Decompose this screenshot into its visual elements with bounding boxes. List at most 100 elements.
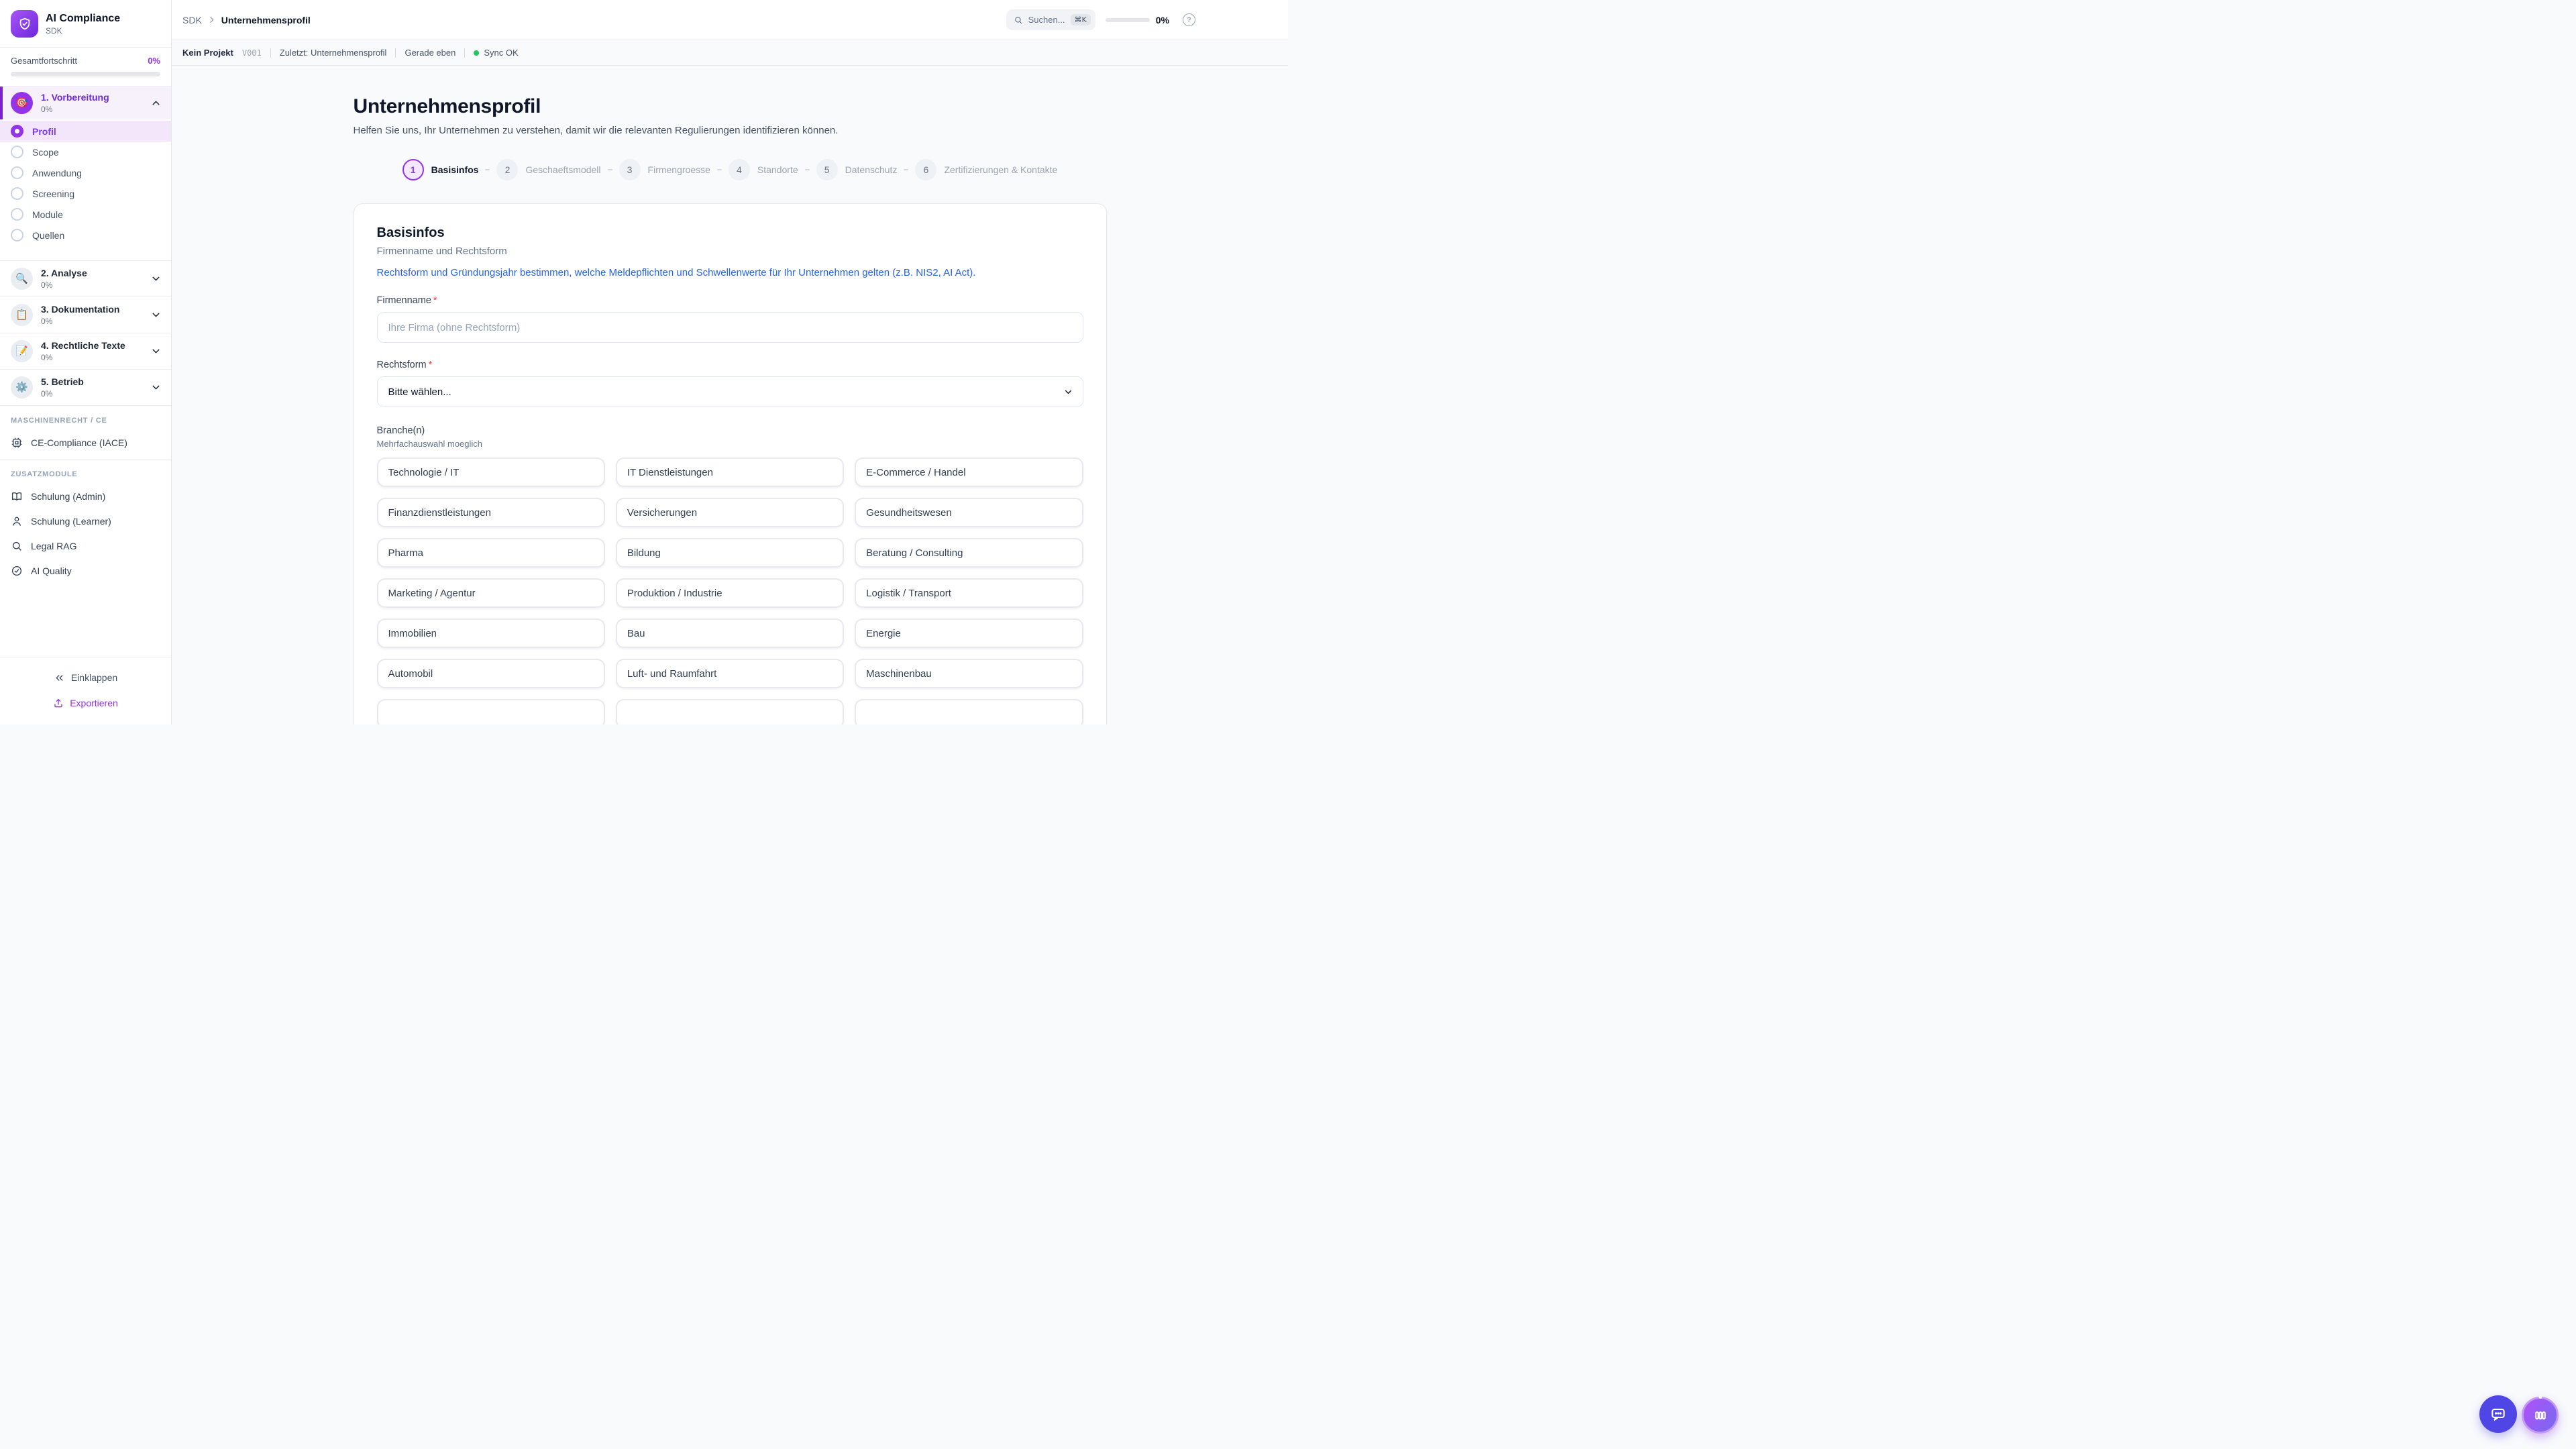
divider bbox=[395, 48, 396, 58]
section-header-maschinenrecht: MASCHINENRECHT / CE bbox=[0, 406, 171, 430]
firmenname-label: Firmenname* bbox=[377, 295, 1083, 306]
sidebar-phase-vorbereitung[interactable]: 🎯 1. Vorbereitung 0% bbox=[0, 87, 171, 119]
sidebar-item-anwendung[interactable]: Anwendung bbox=[0, 162, 171, 183]
export-button[interactable]: Exportieren bbox=[11, 692, 160, 714]
step-label: Firmengroesse bbox=[648, 164, 710, 175]
branche-option-bau[interactable]: Bau bbox=[616, 619, 844, 648]
branche-option-automobil[interactable]: Automobil bbox=[377, 659, 605, 688]
upload-icon bbox=[53, 698, 64, 708]
target-icon: 🎯 bbox=[11, 92, 33, 114]
sync-status: Sync OK bbox=[474, 48, 518, 58]
help-button[interactable]: ? bbox=[1183, 13, 1195, 26]
sidebar-item-scope[interactable]: Scope bbox=[0, 142, 171, 162]
rechtsform-select[interactable]: Bitte wählen... bbox=[377, 376, 1083, 407]
branchen-hint: Mehrfachauswahl moeglich bbox=[377, 439, 1083, 449]
sidebar-item-quellen[interactable]: Quellen bbox=[0, 225, 171, 246]
step-label: Basisinfos bbox=[431, 164, 479, 175]
chevron-down-icon bbox=[150, 345, 162, 357]
overall-progress-bar bbox=[11, 72, 160, 76]
phase-progress: 0% bbox=[41, 105, 142, 114]
topbar-right-cluster: Suchen... ⌘K 0% ? bbox=[1006, 9, 1195, 30]
step-number: 2 bbox=[496, 159, 518, 180]
sidebar-footer: Einklappen Exportieren bbox=[0, 657, 171, 724]
sidebar-item-module[interactable]: Module bbox=[0, 204, 171, 225]
page-title: Unternehmensprofil bbox=[354, 95, 1107, 118]
branche-option-partial[interactable] bbox=[616, 699, 844, 724]
sidebar-item-screening[interactable]: Screening bbox=[0, 183, 171, 204]
branche-option-beratung-consulting[interactable]: Beratung / Consulting bbox=[855, 538, 1083, 568]
collapse-sidebar-button[interactable]: Einklappen bbox=[11, 667, 160, 688]
step-firmengroesse[interactable]: 3 Firmengroesse bbox=[619, 159, 710, 180]
subnav-label: Anwendung bbox=[32, 168, 82, 178]
branche-option-maschinenbau[interactable]: Maschinenbau bbox=[855, 659, 1083, 688]
step-number: 4 bbox=[729, 159, 750, 180]
branchen-label: Branche(n) bbox=[377, 425, 1083, 436]
app-root: AI Compliance SDK Gesamtfortschritt 0% 🎯… bbox=[0, 0, 1288, 724]
breadcrumb-sdk[interactable]: SDK bbox=[182, 15, 202, 25]
step-datenschutz[interactable]: 5 Datenschutz bbox=[816, 159, 898, 180]
sidebar-phase-rechtliche-texte[interactable]: 📝 4. Rechtliche Texte 0% bbox=[0, 333, 171, 369]
chevron-down-icon bbox=[150, 382, 162, 393]
step-separator bbox=[805, 169, 810, 171]
shortcut-badge: ⌘K bbox=[1071, 14, 1091, 25]
step-number: 5 bbox=[816, 159, 838, 180]
module-label: Legal RAG bbox=[31, 541, 76, 551]
top-bar: SDK Unternehmensprofil Suchen... ⌘K 0% ? bbox=[172, 0, 1288, 40]
page-subtitle: Helfen Sie uns, Ihr Unternehmen zu verst… bbox=[354, 125, 1107, 136]
branche-option-logistik-transport[interactable]: Logistik / Transport bbox=[855, 578, 1083, 608]
phase-title: 1. Vorbereitung bbox=[41, 92, 142, 104]
sidebar-phase-analyse[interactable]: 🔍 2. Analyse 0% bbox=[0, 260, 171, 297]
phase-title: 2. Analyse bbox=[41, 268, 142, 280]
branche-option-bildung[interactable]: Bildung bbox=[616, 538, 844, 568]
search-button[interactable]: Suchen... ⌘K bbox=[1006, 9, 1095, 30]
required-asterisk: * bbox=[429, 360, 433, 370]
book-open-icon bbox=[11, 490, 23, 502]
branche-option-produktion-industrie[interactable]: Produktion / Industrie bbox=[616, 578, 844, 608]
sidebar-item-profil[interactable]: Profil bbox=[0, 121, 171, 142]
branche-option-partial[interactable] bbox=[377, 699, 605, 724]
branche-option-technologie-it[interactable]: Technologie / IT bbox=[377, 458, 605, 487]
header-progress-value: 0% bbox=[1156, 15, 1169, 25]
branche-option-luft-und-raumfahrt[interactable]: Luft- und Raumfahrt bbox=[616, 659, 844, 688]
branche-option-marketing-agentur[interactable]: Marketing / Agentur bbox=[377, 578, 605, 608]
branche-option-energie[interactable]: Energie bbox=[855, 619, 1083, 648]
panel-columns-button[interactable] bbox=[2522, 1397, 2559, 1434]
branche-option-it-dienstleistungen[interactable]: IT Dienstleistungen bbox=[616, 458, 844, 487]
sidebar-item-schulung-admin[interactable]: Schulung (Admin) bbox=[0, 484, 171, 508]
branche-option-immobilien[interactable]: Immobilien bbox=[377, 619, 605, 648]
sidebar: AI Compliance SDK Gesamtfortschritt 0% 🎯… bbox=[0, 0, 172, 724]
branche-option-partial[interactable] bbox=[855, 699, 1083, 724]
module-label: Schulung (Admin) bbox=[31, 491, 105, 502]
phase-subnav: Profil Scope Anwendung Screening Module … bbox=[0, 119, 171, 260]
sidebar-item-schulung-learner[interactable]: Schulung (Learner) bbox=[0, 508, 171, 533]
user-icon bbox=[11, 515, 23, 527]
branche-option-versicherungen[interactable]: Versicherungen bbox=[616, 498, 844, 527]
cpu-icon bbox=[11, 437, 23, 449]
sidebar-item-legal-rag[interactable]: Legal RAG bbox=[0, 533, 171, 558]
step-zertifizierungen[interactable]: 6 Zertifizierungen & Kontakte bbox=[915, 159, 1057, 180]
branche-option-gesundheitswesen[interactable]: Gesundheitswesen bbox=[855, 498, 1083, 527]
divider bbox=[270, 48, 271, 58]
step-geschaeftsmodell[interactable]: 2 Geschaeftsmodell bbox=[496, 159, 600, 180]
sidebar-item-ce-compliance[interactable]: CE-Compliance (IACE) bbox=[0, 430, 171, 455]
wizard-stepper: 1 Basisinfos 2 Geschaeftsmodell 3 Firmen… bbox=[354, 159, 1107, 180]
step-label: Zertifizierungen & Kontakte bbox=[944, 164, 1057, 175]
module-label: Schulung (Learner) bbox=[31, 516, 111, 527]
sync-label: Sync OK bbox=[484, 48, 518, 58]
shield-check-icon bbox=[11, 10, 38, 38]
sidebar-phase-betrieb[interactable]: ⚙️ 5. Betrieb 0% bbox=[0, 369, 171, 405]
step-label: Datenschutz bbox=[845, 164, 898, 175]
step-standorte[interactable]: 4 Standorte bbox=[729, 159, 798, 180]
collapse-label: Einklappen bbox=[71, 672, 117, 683]
branche-option-ecommerce-handel[interactable]: E-Commerce / Handel bbox=[855, 458, 1083, 487]
question-icon: ? bbox=[1187, 16, 1191, 24]
chat-assistant-button[interactable] bbox=[2479, 1395, 2517, 1433]
sidebar-phase-dokumentation[interactable]: 📋 3. Dokumentation 0% bbox=[0, 297, 171, 333]
step-label: Geschaeftsmodell bbox=[525, 164, 600, 175]
branche-option-pharma[interactable]: Pharma bbox=[377, 538, 605, 568]
status-bar: Kein Projekt V001 Zuletzt: Unternehmensp… bbox=[172, 40, 1288, 66]
branche-option-finanzdienstleistungen[interactable]: Finanzdienstleistungen bbox=[377, 498, 605, 527]
firmenname-input[interactable] bbox=[377, 312, 1083, 343]
step-basisinfos[interactable]: 1 Basisinfos bbox=[402, 159, 479, 180]
sidebar-item-ai-quality[interactable]: AI Quality bbox=[0, 558, 171, 583]
